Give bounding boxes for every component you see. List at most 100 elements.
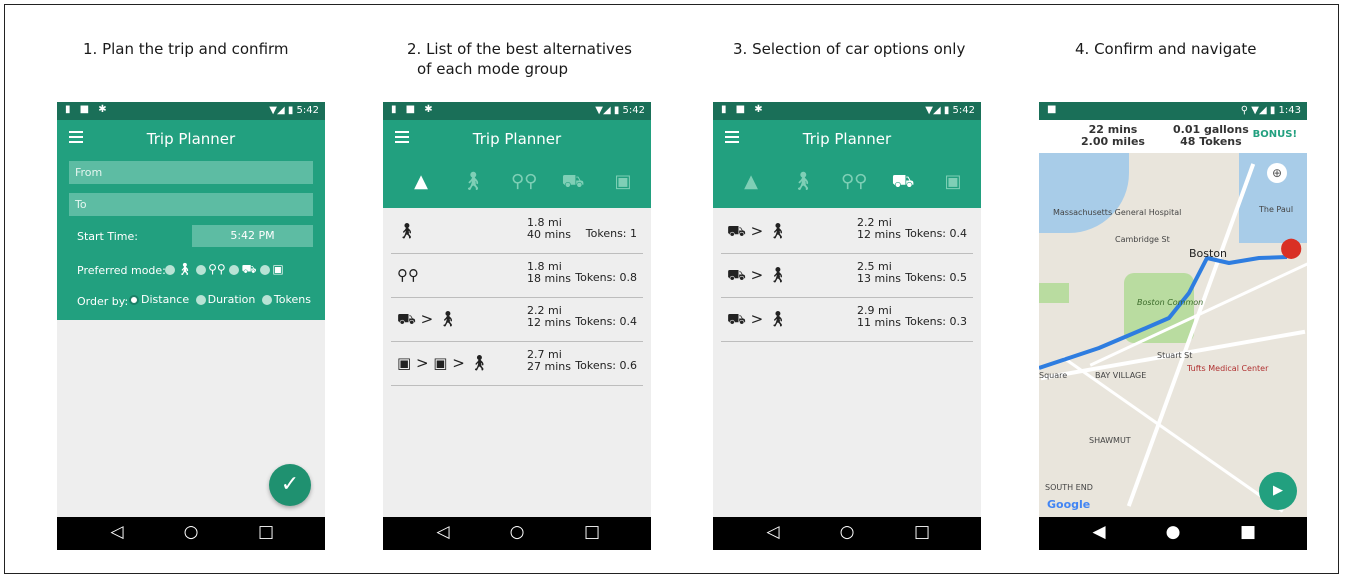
tab-transit-icon[interactable]: ▣	[611, 171, 635, 192]
app-bar: Trip Planner	[383, 120, 651, 158]
item-duration: 27 mins	[527, 360, 571, 373]
car-options-list: ⛟ > 🚶︎ 2.2 mi 12 mins Tokens: 0.4 ⛟ > 🚶︎ …	[721, 210, 973, 342]
caption-step-3: 3. Selection of car options only	[733, 40, 966, 58]
app-bar: Trip Planner	[713, 120, 981, 158]
tab-all-navigation-icon[interactable]: ▲	[739, 171, 763, 192]
system-nav-bar: ◁ ○ □	[383, 517, 651, 550]
app-bar: Trip Planner	[57, 120, 325, 158]
back-icon[interactable]: ◀	[1087, 522, 1111, 542]
confirm-button[interactable]: ✓	[269, 464, 311, 506]
map-label-paul: The Paul	[1259, 205, 1294, 214]
app-title: Trip Planner	[146, 130, 236, 148]
trip-summary: 22 mins 2.00 miles 0.01 gallons 48 Tokens …	[1039, 120, 1307, 153]
system-nav-bar: ◁ ○ □	[57, 517, 325, 550]
preferred-mode-label: Preferred mode:	[77, 264, 166, 277]
google-logo: Google	[1047, 498, 1091, 511]
order-tokens-radio[interactable]	[261, 295, 272, 305]
from-field[interactable]: From	[69, 161, 313, 184]
caption-step-1: 1. Plan the trip and confirm	[83, 40, 289, 58]
bike-icon: ⚲⚲	[208, 262, 226, 276]
back-icon[interactable]: ◁	[761, 522, 785, 542]
car-mode-radio[interactable]	[229, 264, 240, 275]
notification-icons: ▮ ■ ✱	[65, 104, 110, 115]
item-duration: 12 mins	[857, 228, 901, 241]
home-icon[interactable]: ○	[505, 522, 529, 542]
map-label-tufts: Tufts Medical Center	[1187, 364, 1269, 373]
system-nav-bar: ◁ ○ □	[713, 517, 981, 550]
car-icon: ⛟	[241, 262, 257, 276]
map-label-bay-village: BAY VILLAGE	[1095, 371, 1147, 380]
list-item[interactable]: ⛟ > 🚶︎ 2.9 mi 11 mins Tokens: 0.3	[721, 298, 973, 342]
item-tokens: Tokens: 1	[585, 227, 637, 240]
status-right: ▼◢ ▮ 5:42	[925, 105, 975, 116]
home-icon[interactable]: ●	[1161, 522, 1185, 542]
list-item[interactable]: ⚲⚲ 1.8 mi 18 mins Tokens: 0.8	[391, 254, 643, 298]
map-label-hospital: Massachusetts General Hospital	[1053, 208, 1182, 217]
mode-tabs: ▲ 🚶︎ ⚲⚲ ⛟ ▣	[713, 158, 981, 208]
home-icon[interactable]: ○	[179, 522, 203, 542]
notification-icons: ▮ ■ ✱	[391, 104, 436, 115]
play-icon: ▶	[1273, 483, 1283, 498]
walk-mode-radio[interactable]	[165, 264, 175, 275]
check-icon: ✓	[280, 472, 300, 497]
map-view[interactable]: Massachusetts General Hospital Boston Bo…	[1039, 153, 1307, 517]
home-icon[interactable]: ○	[835, 522, 859, 542]
tab-bike-icon[interactable]: ⚲⚲	[511, 171, 537, 192]
trip-form: From To Start Time: 5:42 PM Preferred mo…	[57, 158, 325, 320]
status-bar: ■ ⚲ ▼◢ ▮ 1:43	[1039, 102, 1307, 120]
list-item[interactable]: ⛟ > 🚶︎ 2.5 mi 13 mins Tokens: 0.5	[721, 254, 973, 298]
tab-walk-icon[interactable]: 🚶︎	[461, 171, 485, 192]
start-time-field[interactable]: 5:42 PM	[192, 225, 313, 247]
notification-icons: ▮ ■ ✱	[721, 104, 766, 115]
app-title: Trip Planner	[802, 130, 892, 148]
recents-icon[interactable]: □	[580, 522, 604, 542]
tab-bike-icon[interactable]: ⚲⚲	[841, 171, 867, 192]
transit-mode-radio[interactable]	[260, 264, 271, 275]
recents-icon[interactable]: □	[910, 522, 934, 542]
item-duration: 11 mins	[857, 316, 901, 329]
item-tokens: Tokens: 0.6	[575, 359, 637, 372]
list-item[interactable]: 🚶︎ 1.8 mi 40 mins Tokens: 1	[391, 210, 643, 254]
item-duration: 13 mins	[857, 272, 901, 285]
status-bar: ▮ ■ ✱ ▼◢ ▮ 5:42	[57, 102, 325, 120]
bike-mode-radio[interactable]	[196, 264, 207, 275]
order-tokens-label: Tokens	[273, 293, 311, 306]
item-tokens: Tokens: 0.5	[905, 271, 967, 284]
mode-tabs: ▲ 🚶︎ ⚲⚲ ⛟ ▣	[383, 158, 651, 208]
list-item[interactable]: ⛟ > 🚶︎ 2.2 mi 12 mins Tokens: 0.4	[721, 210, 973, 254]
tab-all-navigation-icon[interactable]: ▲	[409, 171, 433, 192]
status-right: ▼◢ ▮ 5:42	[595, 105, 645, 116]
list-item[interactable]: ▣ > ▣ > 🚶︎ 2.7 mi 27 mins Tokens: 0.6	[391, 342, 643, 386]
item-duration: 40 mins	[527, 228, 571, 241]
start-time-label: Start Time:	[77, 230, 138, 243]
map-label-cambridge-st: Cambridge St	[1115, 235, 1170, 244]
start-navigation-button[interactable]: ▶	[1259, 472, 1297, 510]
car-then-walk-icon: ⛟ > 🚶︎	[727, 266, 788, 284]
phone-alternatives: ▮ ■ ✱ ▼◢ ▮ 5:42 Trip Planner ▲ 🚶︎ ⚲⚲ ⛟ ▣…	[383, 102, 651, 550]
status-right: ▼◢ ▮ 5:42	[269, 105, 319, 116]
list-item[interactable]: ⛟ > 🚶︎ 2.2 mi 12 mins Tokens: 0.4	[391, 298, 643, 342]
back-icon[interactable]: ◁	[105, 522, 129, 542]
back-icon[interactable]: ◁	[431, 522, 455, 542]
car-then-walk-icon: ⛟ > 🚶︎	[727, 310, 788, 328]
recents-icon[interactable]: □	[254, 522, 278, 542]
figure-frame: 1. Plan the trip and confirm 2. List of …	[4, 4, 1339, 574]
order-distance-radio[interactable]	[129, 295, 139, 305]
item-tokens: Tokens: 0.4	[905, 227, 967, 240]
caption-step-2-line1: 2. List of the best alternatives	[407, 40, 632, 58]
recents-icon[interactable]: ■	[1236, 522, 1260, 542]
tab-walk-icon[interactable]: 🚶︎	[791, 171, 815, 192]
to-field[interactable]: To	[69, 193, 313, 216]
item-duration: 18 mins	[527, 272, 571, 285]
caption-step-2-line2: of each mode group	[417, 60, 569, 78]
app-title: Trip Planner	[472, 130, 562, 148]
order-by-options: Distance Duration Tokens	[129, 293, 311, 306]
car-then-walk-icon: ⛟ > 🚶︎	[727, 222, 788, 240]
my-location-icon[interactable]: ⊕	[1267, 163, 1287, 183]
preferred-mode-options: 🚶︎ ⚲⚲ ⛟ ▣	[165, 262, 284, 278]
tab-transit-icon[interactable]: ▣	[941, 171, 965, 192]
tab-car-icon[interactable]: ⛟	[891, 171, 915, 195]
order-duration-radio[interactable]	[195, 295, 206, 305]
map-label-boston: Boston	[1189, 247, 1228, 260]
tab-car-icon[interactable]: ⛟	[561, 171, 585, 195]
